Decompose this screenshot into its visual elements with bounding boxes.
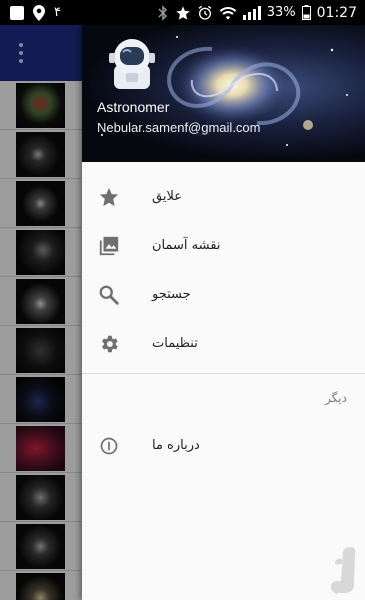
brand-logo-icon bbox=[331, 547, 356, 594]
star-icon bbox=[176, 5, 190, 20]
user-name: Astronomer bbox=[97, 99, 170, 115]
info-icon bbox=[97, 434, 121, 458]
clock: 01:27 bbox=[316, 4, 357, 21]
menu-item-label: علایق bbox=[152, 189, 182, 204]
photo-icon bbox=[97, 234, 121, 258]
menu-item-label: تنظیمات bbox=[152, 336, 198, 351]
location-icon bbox=[33, 4, 45, 21]
star-icon bbox=[97, 185, 121, 209]
notification-square-icon bbox=[10, 5, 24, 20]
navigation-drawer: Astronomer Nebular.samenf@gmail.com علای… bbox=[82, 25, 365, 600]
notification-count: ۴ bbox=[54, 5, 61, 20]
user-email: Nebular.samenf@gmail.com bbox=[97, 120, 261, 135]
menu-item-settings[interactable]: تنظیمات bbox=[82, 319, 365, 368]
astronaut-avatar-icon bbox=[109, 39, 155, 89]
battery-percent: 33% bbox=[266, 5, 296, 20]
bluetooth-icon bbox=[158, 4, 167, 21]
wifi-icon bbox=[219, 6, 236, 20]
menu-item-favorites[interactable]: علایق bbox=[82, 172, 365, 221]
drawer-header: Astronomer Nebular.samenf@gmail.com bbox=[82, 25, 365, 162]
status-bar: ۴ 33% 01:27 bbox=[0, 0, 365, 25]
drawer-menu: علایق نقشه آسمان جستجو تنظیمات bbox=[82, 172, 365, 368]
gear-icon bbox=[97, 332, 121, 356]
menu-item-label: نقشه آسمان bbox=[152, 238, 221, 253]
menu-divider bbox=[82, 373, 365, 374]
menu-item-about[interactable]: درباره ما bbox=[82, 421, 365, 470]
battery-icon bbox=[301, 5, 311, 20]
section-header-other: دیگر bbox=[325, 391, 347, 405]
menu-item-sky-map[interactable]: نقشه آسمان bbox=[82, 221, 365, 270]
menu-item-search[interactable]: جستجو bbox=[82, 270, 365, 319]
alarm-icon bbox=[198, 5, 212, 20]
search-icon bbox=[97, 283, 121, 307]
menu-item-label: جستجو bbox=[152, 287, 191, 302]
menu-item-label: درباره ما bbox=[152, 438, 200, 453]
signal-icon bbox=[242, 5, 261, 20]
